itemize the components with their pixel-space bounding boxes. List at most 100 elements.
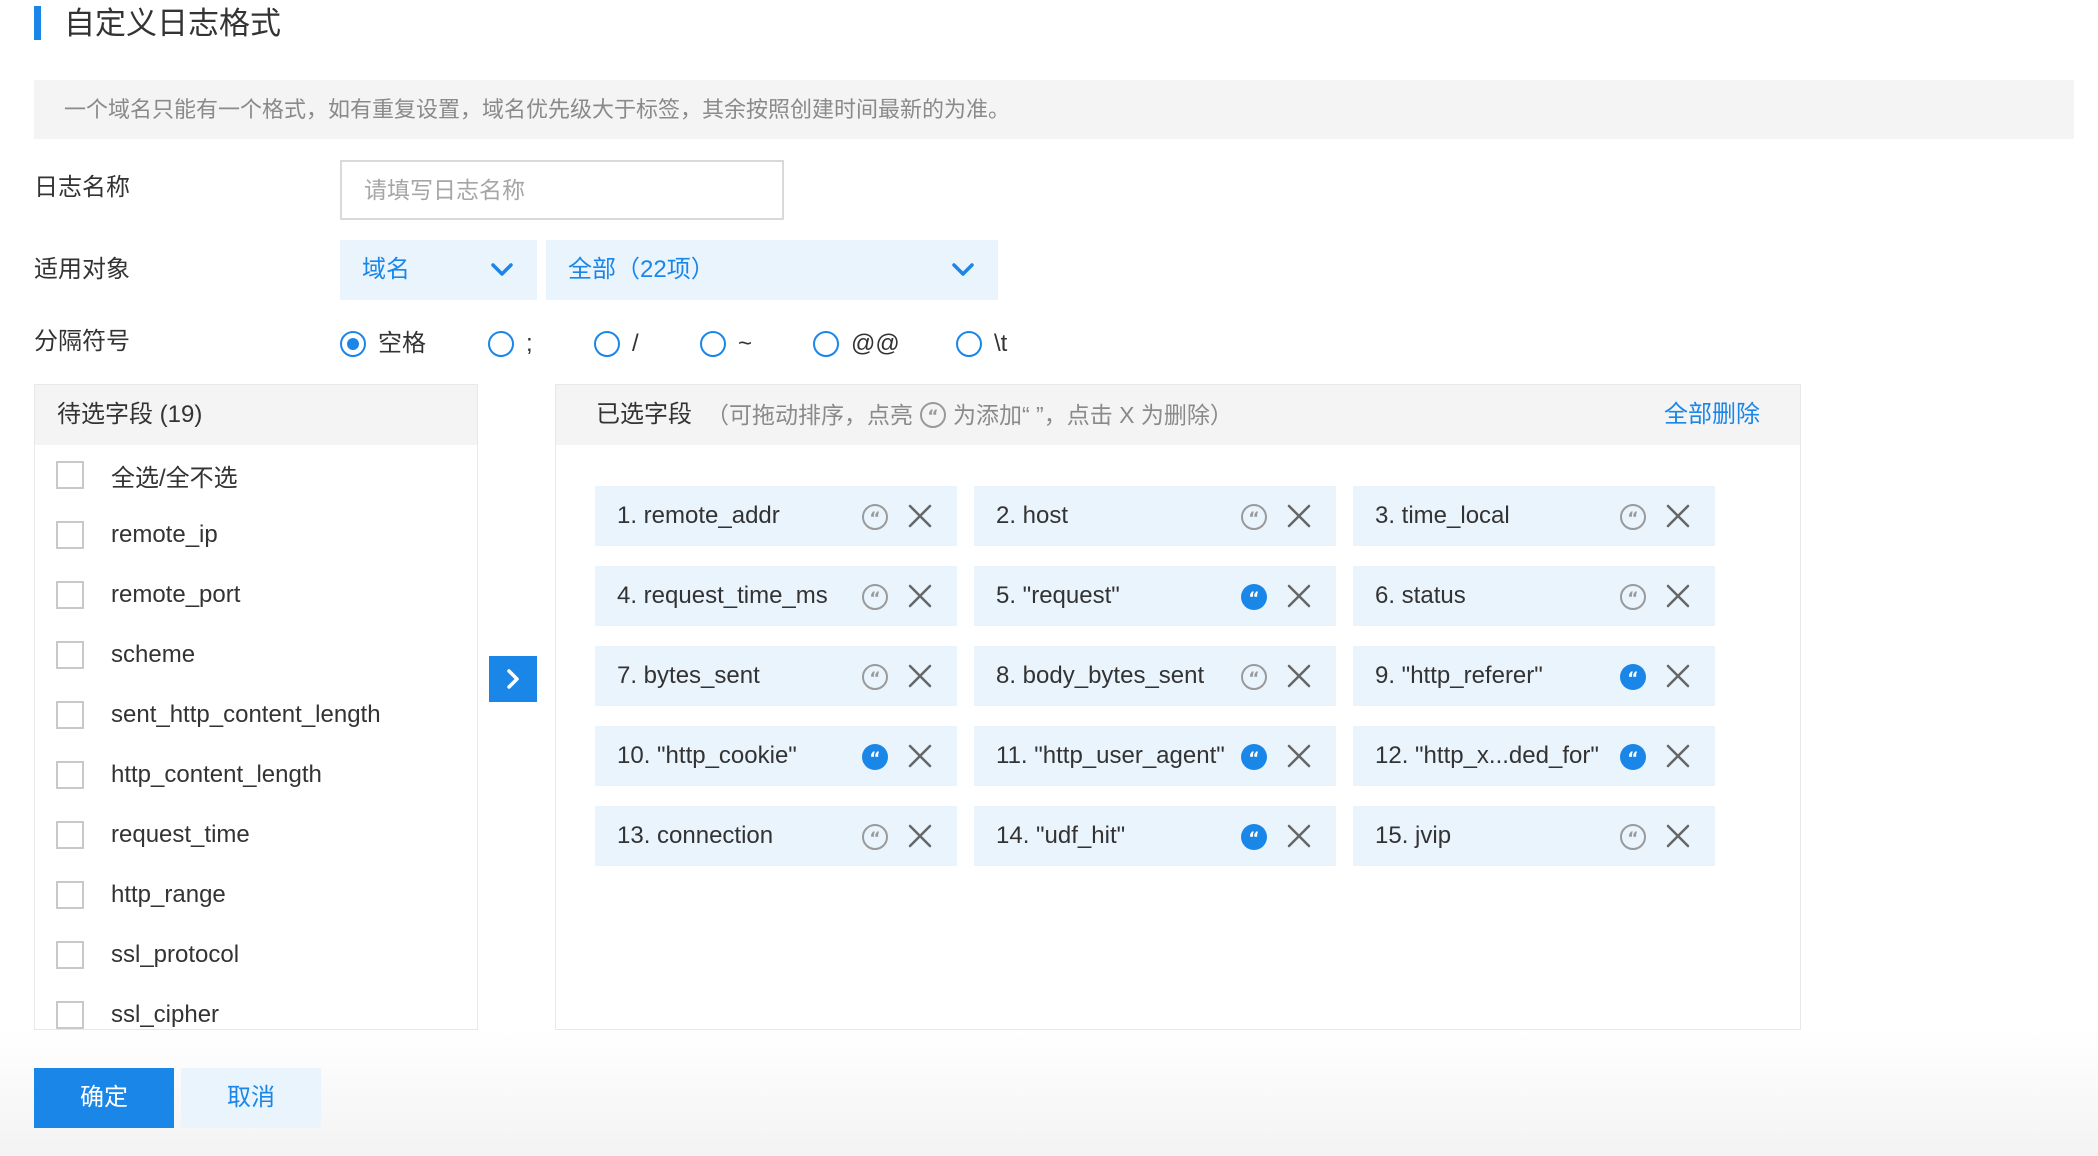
- selected-field-label: 6. status: [1375, 582, 1466, 609]
- candidate-field-label: http_range: [111, 881, 226, 908]
- candidate-field-item[interactable]: http_range: [35, 865, 477, 925]
- candidate-field-item[interactable]: ssl_cipher: [35, 985, 477, 1029]
- selected-field-label: 3. time_local: [1375, 502, 1510, 529]
- candidate-field-checkbox[interactable]: [56, 941, 84, 969]
- candidate-field-checkbox[interactable]: [56, 581, 84, 609]
- selected-field-chip[interactable]: 13. connection “: [595, 806, 957, 866]
- log-name-input[interactable]: [340, 160, 784, 220]
- svg-text:“: “: [1627, 589, 1638, 609]
- svg-text:“: “: [1248, 749, 1259, 769]
- close-icon[interactable]: [907, 663, 933, 689]
- candidate-field-item[interactable]: request_time: [35, 805, 477, 865]
- selected-field-chip[interactable]: 3. time_local “: [1353, 486, 1715, 546]
- candidate-field-checkbox[interactable]: [56, 1001, 84, 1029]
- radio-button[interactable]: [488, 331, 514, 357]
- quote-icon[interactable]: “: [861, 503, 889, 531]
- separator-option-label: 空格: [378, 330, 426, 357]
- confirm-button[interactable]: 确定: [34, 1068, 174, 1128]
- candidate-field-label: http_content_length: [111, 761, 322, 788]
- candidate-field-checkbox[interactable]: [56, 881, 84, 909]
- separator-option-label: @@: [851, 330, 900, 357]
- quote-icon[interactable]: “: [861, 583, 889, 611]
- clear-all-link[interactable]: 全部删除: [1664, 385, 1760, 445]
- selected-field-chip[interactable]: 9. "http_referer" “: [1353, 646, 1715, 706]
- svg-text:“: “: [869, 669, 880, 689]
- close-icon[interactable]: [1665, 823, 1691, 849]
- separator-option[interactable]: ;: [488, 324, 533, 364]
- candidate-field-item[interactable]: remote_ip: [35, 505, 477, 565]
- close-icon[interactable]: [1286, 663, 1312, 689]
- close-icon[interactable]: [1665, 663, 1691, 689]
- separator-option[interactable]: @@: [813, 324, 900, 364]
- quote-icon[interactable]: “: [1240, 823, 1268, 851]
- quote-icon[interactable]: “: [1240, 743, 1268, 771]
- select-all-checkbox[interactable]: [56, 461, 84, 489]
- close-icon[interactable]: [1665, 743, 1691, 769]
- candidate-field-checkbox[interactable]: [56, 821, 84, 849]
- selected-field-chip[interactable]: 15. jvip “: [1353, 806, 1715, 866]
- svg-text:“: “: [927, 407, 938, 427]
- candidate-field-checkbox[interactable]: [56, 641, 84, 669]
- separator-option[interactable]: ~: [700, 324, 752, 364]
- page-title: 自定义日志格式: [64, 6, 281, 41]
- quote-icon[interactable]: “: [1619, 823, 1647, 851]
- hint-prefix: （可拖动排序，点亮: [706, 402, 913, 428]
- radio-button[interactable]: [700, 331, 726, 357]
- radio-button[interactable]: [956, 331, 982, 357]
- cancel-button[interactable]: 取消: [181, 1068, 321, 1128]
- selected-field-chip[interactable]: 8. body_bytes_sent “: [974, 646, 1336, 706]
- chevron-right-icon: [507, 669, 519, 689]
- quote-icon[interactable]: “: [861, 743, 889, 771]
- radio-button[interactable]: [594, 331, 620, 357]
- target-scope-select[interactable]: 全部（22项）: [546, 240, 998, 300]
- quote-icon[interactable]: “: [1240, 663, 1268, 691]
- quote-icon[interactable]: “: [1619, 663, 1647, 691]
- close-icon[interactable]: [1286, 583, 1312, 609]
- close-icon[interactable]: [1665, 503, 1691, 529]
- separator-option[interactable]: \t: [956, 324, 1007, 364]
- selected-field-chip[interactable]: 4. request_time_ms “: [595, 566, 957, 626]
- separator-option[interactable]: /: [594, 324, 639, 364]
- quote-icon[interactable]: “: [861, 663, 889, 691]
- close-icon[interactable]: [907, 823, 933, 849]
- selected-field-chip[interactable]: 11. "http_user_agent" “: [974, 726, 1336, 786]
- candidate-field-item[interactable]: sent_http_content_length: [35, 685, 477, 745]
- quote-icon[interactable]: “: [1240, 583, 1268, 611]
- move-to-selected-button[interactable]: [489, 656, 537, 702]
- candidate-field-checkbox[interactable]: [56, 521, 84, 549]
- selected-field-chip[interactable]: 10. "http_cookie" “: [595, 726, 957, 786]
- close-icon[interactable]: [1286, 823, 1312, 849]
- close-icon[interactable]: [907, 743, 933, 769]
- svg-text:“: “: [869, 829, 880, 849]
- close-icon[interactable]: [907, 503, 933, 529]
- candidate-field-item[interactable]: http_content_length: [35, 745, 477, 805]
- candidate-field-checkbox[interactable]: [56, 761, 84, 789]
- radio-button[interactable]: [813, 331, 839, 357]
- selected-field-chip[interactable]: 14. "udf_hit" “: [974, 806, 1336, 866]
- radio-button[interactable]: [340, 331, 366, 357]
- quote-icon[interactable]: “: [1619, 743, 1647, 771]
- candidate-field-checkbox[interactable]: [56, 701, 84, 729]
- selected-field-chip[interactable]: 5. "request" “: [974, 566, 1336, 626]
- quote-icon[interactable]: “: [1240, 503, 1268, 531]
- separator-option[interactable]: 空格: [340, 324, 426, 364]
- selected-field-chip[interactable]: 7. bytes_sent “: [595, 646, 957, 706]
- selected-field-chip[interactable]: 12. "http_x...ded_for" “: [1353, 726, 1715, 786]
- close-icon[interactable]: [1286, 503, 1312, 529]
- selected-field-chip[interactable]: 2. host “: [974, 486, 1336, 546]
- close-icon[interactable]: [1665, 583, 1691, 609]
- quote-icon[interactable]: “: [1619, 583, 1647, 611]
- candidate-field-item[interactable]: remote_port: [35, 565, 477, 625]
- target-label: 适用对象: [34, 256, 130, 283]
- close-icon[interactable]: [907, 583, 933, 609]
- quote-icon[interactable]: “: [861, 823, 889, 851]
- close-icon[interactable]: [1286, 743, 1312, 769]
- selected-field-chip[interactable]: 6. status “: [1353, 566, 1715, 626]
- target-type-select[interactable]: 域名: [340, 240, 537, 300]
- select-all-row[interactable]: 全选/全不选: [35, 445, 477, 505]
- candidate-field-item[interactable]: ssl_protocol: [35, 925, 477, 985]
- candidate-field-item[interactable]: scheme: [35, 625, 477, 685]
- quote-icon[interactable]: “: [1619, 503, 1647, 531]
- selected-field-label: 1. remote_addr: [617, 502, 780, 529]
- selected-field-chip[interactable]: 1. remote_addr “: [595, 486, 957, 546]
